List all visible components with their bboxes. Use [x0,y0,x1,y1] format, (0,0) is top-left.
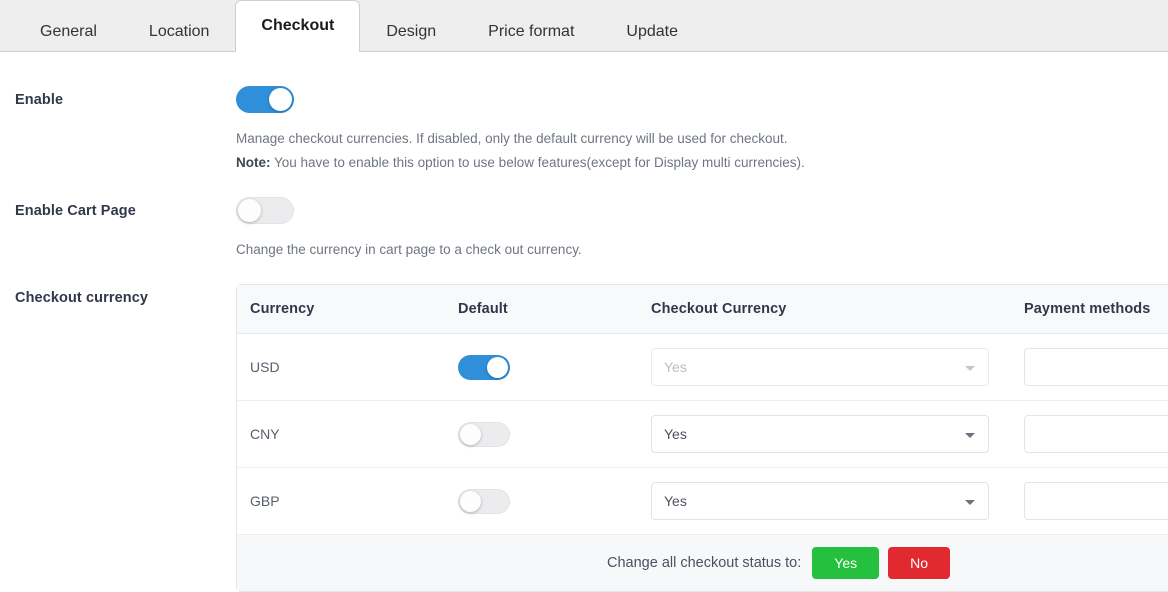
enable-cart-page-description: Change the currency in cart page to a ch… [236,238,1168,262]
column-header-checkout-currency: Checkout Currency [638,285,1011,334]
default-toggle-cny[interactable] [458,422,510,447]
bulk-action-bar: Change all checkout status to: Yes No [237,535,1168,591]
column-header-payment-methods: Payment methods [1011,285,1168,334]
tab-location[interactable]: Location [123,10,236,52]
cell-currency: USD [237,334,445,401]
enable-cart-page-toggle[interactable] [236,197,294,224]
cell-currency: GBP [237,468,445,535]
tab-design[interactable]: Design [360,10,462,52]
payment-methods-input-gbp[interactable] [1024,482,1168,520]
cell-checkout-currency: Yes [638,334,1011,401]
tab-label: Location [149,23,210,40]
tab-label: Checkout [261,17,334,34]
table-footer-row: Change all checkout status to: Yes No [237,535,1168,592]
table-row: CNY Yes [237,401,1168,468]
select-value: Yes [664,416,687,452]
table-row: USD Yes [237,334,1168,401]
enable-cart-page-help-text: Change the currency in cart page to a ch… [236,238,1168,262]
tab-update[interactable]: Update [600,10,704,52]
select-value: Yes [664,349,687,385]
enable-note-text: You have to enable this option to use be… [271,155,805,170]
checkout-currency-table-wrapper: Currency Default Checkout Currency Payme… [236,284,1168,592]
cell-default [445,401,638,468]
checkout-currency-table: Currency Default Checkout Currency Payme… [237,285,1168,591]
default-toggle-gbp[interactable] [458,489,510,514]
checkout-settings-panel: Enable Manage checkout currencies. If di… [0,52,1168,580]
bulk-action-label: Change all checkout status to: [607,555,801,571]
cell-payment-methods [1011,334,1168,401]
enable-description: Manage checkout currencies. If disabled,… [236,127,1168,151]
chevron-down-icon [965,500,975,505]
checkout-currency-select-gbp[interactable]: Yes [651,482,989,520]
enable-toggle[interactable] [236,86,294,113]
cell-payment-methods [1011,401,1168,468]
column-header-default: Default [445,285,638,334]
enable-help-text: Manage checkout currencies. If disabled,… [236,127,1168,175]
checkout-currency-select-usd[interactable]: Yes [651,348,989,386]
cell-payment-methods [1011,468,1168,535]
table-row: GBP Yes [237,468,1168,535]
table-body: USD Yes [237,334,1168,592]
tab-label: General [40,23,97,40]
cell-checkout-currency: Yes [638,401,1011,468]
cell-bulk-actions: Change all checkout status to: Yes No [237,535,1168,592]
chevron-down-icon [965,433,975,438]
checkout-currency-label: Checkout currency [0,284,236,306]
enable-note-prefix: Note: [236,155,271,170]
table-head: Currency Default Checkout Currency Payme… [237,285,1168,334]
toggle-knob [238,199,261,222]
tab-general[interactable]: General [14,10,123,52]
enable-label: Enable [0,86,236,108]
cell-default [445,334,638,401]
checkout-currency-body: Currency Default Checkout Currency Payme… [236,284,1168,592]
tab-checkout[interactable]: Checkout [235,0,360,52]
chevron-down-icon [965,366,975,371]
enable-note: Note: You have to enable this option to … [236,151,1168,175]
settings-tab-bar: General Location Checkout Design Price f… [0,0,1168,52]
set-all-yes-button[interactable]: Yes [812,547,879,579]
toggle-knob [460,491,481,512]
field-checkout-currency: Checkout currency Currency Default Check… [0,284,1168,592]
table-header-row: Currency Default Checkout Currency Payme… [237,285,1168,334]
field-enable: Enable Manage checkout currencies. If di… [0,86,1168,175]
select-value: Yes [664,483,687,519]
field-enable-cart-page: Enable Cart Page Change the currency in … [0,197,1168,262]
default-toggle-usd[interactable] [458,355,510,380]
cell-checkout-currency: Yes [638,468,1011,535]
tab-price-format[interactable]: Price format [462,10,600,52]
column-header-currency: Currency [237,285,445,334]
toggle-knob [460,424,481,445]
payment-methods-input-usd[interactable] [1024,348,1168,386]
set-all-no-button[interactable]: No [888,547,950,579]
tab-label: Price format [488,23,574,40]
checkout-currency-select-cny[interactable]: Yes [651,415,989,453]
cell-currency: CNY [237,401,445,468]
enable-cart-page-body: Change the currency in cart page to a ch… [236,197,1168,262]
tab-label: Update [626,23,678,40]
payment-methods-input-cny[interactable] [1024,415,1168,453]
toggle-knob [487,357,508,378]
enable-body: Manage checkout currencies. If disabled,… [236,86,1168,175]
toggle-knob [269,88,292,111]
cell-default [445,468,638,535]
tab-label: Design [386,23,436,40]
enable-cart-page-label: Enable Cart Page [0,197,236,219]
